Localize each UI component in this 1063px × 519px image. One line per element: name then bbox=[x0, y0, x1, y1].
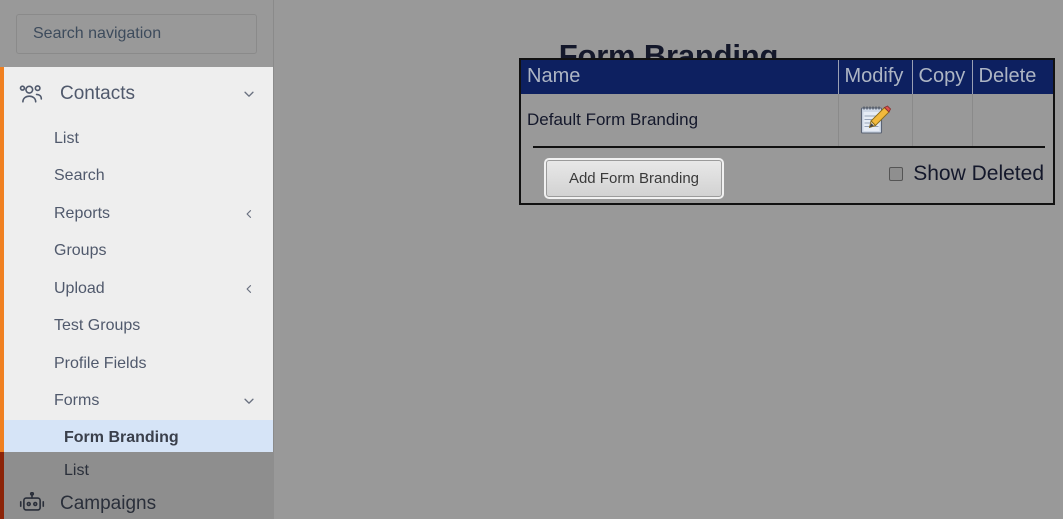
table-head: Name Modify Copy Delete bbox=[521, 60, 1053, 94]
sidebar-group-label-contacts: Contacts bbox=[60, 82, 135, 104]
form-branding-panel: Name Modify Copy Delete Default Form Bra… bbox=[519, 58, 1055, 205]
sidebar-item-form-branding[interactable]: Form Branding bbox=[0, 420, 274, 456]
sidebar: Contacts List Search Reports bbox=[0, 0, 274, 519]
sidebar-item-profile-fields[interactable]: Profile Fields bbox=[0, 345, 274, 383]
sidebar-item-forms[interactable]: Forms bbox=[0, 383, 274, 421]
sidebar-item-label: Reports bbox=[54, 204, 111, 222]
sidebar-item-label: List bbox=[54, 129, 79, 147]
chevron-down-icon[interactable] bbox=[242, 87, 256, 101]
sidebar-item-reports[interactable]: Reports bbox=[0, 195, 274, 233]
sidebar-item-label: Search bbox=[54, 167, 105, 185]
sidebar-item-label: Forms bbox=[54, 392, 100, 410]
show-deleted-label: Show Deleted bbox=[913, 162, 1044, 185]
sidebar-item-label: List bbox=[64, 461, 89, 479]
sidebar-accent-bar bbox=[0, 67, 4, 452]
cell-name: Default Form Branding bbox=[521, 94, 839, 146]
cell-copy[interactable] bbox=[912, 94, 973, 146]
sidebar-item-label: Form Branding bbox=[64, 429, 179, 446]
sidebar-group-label-campaigns: Campaigns bbox=[60, 493, 157, 514]
sidebar-item-label: Upload bbox=[54, 279, 105, 297]
robot-icon bbox=[18, 492, 46, 516]
sidebar-item-groups[interactable]: Groups bbox=[0, 233, 274, 271]
cell-delete[interactable] bbox=[972, 94, 1053, 146]
chevron-left-icon[interactable] bbox=[242, 282, 256, 296]
search-navigation-input[interactable] bbox=[16, 13, 257, 54]
chevron-down-icon[interactable] bbox=[242, 394, 256, 408]
table-header-row: Name Modify Copy Delete bbox=[521, 60, 1053, 94]
sidebar-item-test-groups[interactable]: Test Groups bbox=[0, 308, 274, 346]
sidebar-item-label: Test Groups bbox=[54, 317, 141, 335]
sidebar-item-label: Profile Fields bbox=[54, 354, 147, 372]
sidebar-item-upload[interactable]: Upload bbox=[0, 270, 274, 308]
sidebar-item-list[interactable]: List bbox=[0, 120, 274, 158]
users-icon bbox=[18, 82, 46, 106]
sidebar-nav: Contacts List Search Reports Groups Uplo… bbox=[0, 67, 274, 519]
column-header-modify[interactable]: Modify bbox=[838, 60, 913, 94]
chevron-left-icon[interactable] bbox=[242, 207, 256, 221]
sidebar-item-label: Groups bbox=[54, 242, 107, 260]
footer-divider bbox=[533, 146, 1045, 148]
sidebar-item-search[interactable]: Search bbox=[0, 158, 274, 196]
panel-footer: Add Form Branding Show Deleted bbox=[521, 146, 1053, 203]
notepad-pencil-edit-icon[interactable] bbox=[857, 102, 893, 138]
form-branding-table: Name Modify Copy Delete Default Form Bra… bbox=[521, 60, 1053, 146]
show-deleted-checkbox[interactable] bbox=[889, 167, 904, 181]
column-header-name[interactable]: Name bbox=[521, 60, 839, 94]
table-body: Default Form Branding bbox=[521, 94, 1053, 146]
sidebar-accent-bar-lower bbox=[0, 452, 4, 519]
sidebar-group-contacts[interactable]: Contacts bbox=[0, 67, 274, 120]
column-header-delete[interactable]: Delete bbox=[972, 60, 1053, 94]
main-content: Form Branding Name Modify Copy Delete De… bbox=[274, 0, 1063, 519]
show-deleted-control[interactable]: Show Deleted bbox=[889, 162, 1044, 186]
cell-modify[interactable] bbox=[838, 94, 913, 146]
sidebar-search-area bbox=[0, 0, 274, 67]
sidebar-group-campaigns[interactable]: Campaigns bbox=[4, 489, 274, 519]
column-header-copy[interactable]: Copy bbox=[912, 60, 973, 94]
app-root: Contacts List Search Reports bbox=[0, 0, 1063, 519]
sidebar-item-forms-list[interactable]: List bbox=[4, 452, 274, 489]
table-row: Default Form Branding bbox=[521, 94, 1053, 146]
sidebar-lower-overlay: List Campaigns bbox=[4, 452, 274, 519]
add-form-branding-button[interactable]: Add Form Branding bbox=[544, 158, 724, 199]
